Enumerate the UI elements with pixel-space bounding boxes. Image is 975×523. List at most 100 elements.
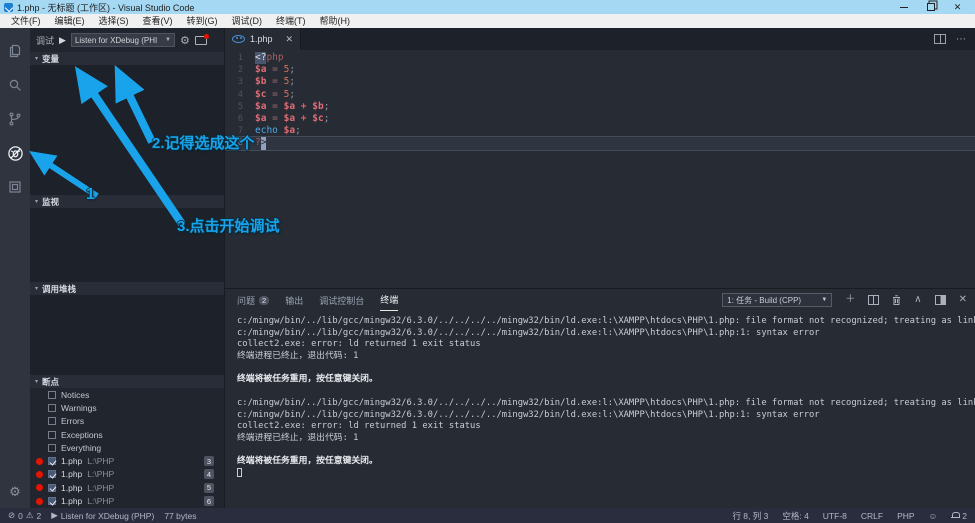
terminal-line <box>237 445 975 457</box>
tab-terminal[interactable]: 终端 <box>380 289 398 311</box>
terminal-line: c:/mingw/bin/../lib/gcc/mingw32/6.3.0/..… <box>237 398 975 410</box>
checkbox-unchecked[interactable] <box>48 431 56 439</box>
file-size-status: 77 bytes <box>164 511 196 521</box>
checkbox-checked[interactable] <box>48 497 56 505</box>
debug-toolbar: 调试 ▶ Listen for XDebug (PHI ▼ ⚙ <box>30 28 224 52</box>
error-icon: ⊘ <box>8 510 15 521</box>
restore-button[interactable] <box>925 2 936 12</box>
terminal-line: c:/mingw/bin/../lib/gcc/mingw32/6.3.0/..… <box>237 410 975 422</box>
code-line: 4$c = 5; <box>225 89 975 101</box>
menu-debug[interactable]: 调试(D) <box>225 14 270 28</box>
line-number-badge: 5 <box>204 483 214 493</box>
eol-status[interactable]: CRLF <box>861 511 883 521</box>
vscode-logo-icon <box>4 3 13 12</box>
panel-tab-bar: 问题 2 输出 调试控制台 终端 1: 任务 - Build (CPP) ▼ ＋ <box>225 289 975 311</box>
code-editor[interactable]: 1<?php 2$a = 5; 3$b = 5; 4$c = 5; 5$a = … <box>225 50 975 288</box>
section-variables[interactable]: ▾ 变量 <box>30 52 224 65</box>
tab-problems[interactable]: 问题 2 <box>237 289 269 311</box>
checkbox-unchecked[interactable] <box>48 444 56 452</box>
terminal-line: collect2.exe: error: ld returned 1 exit … <box>237 421 975 433</box>
language-mode-status[interactable]: PHP <box>897 511 914 521</box>
minimize-button[interactable] <box>898 2 909 12</box>
terminal-line: 终端进程已终止，退出代码: 1 <box>237 351 975 363</box>
breakpoint-filter-warnings[interactable]: Warnings <box>30 401 224 414</box>
breakpoint-filter-notices[interactable]: Notices <box>30 388 224 401</box>
close-panel-icon[interactable]: ✕ <box>959 295 967 305</box>
breakpoint-filter-exceptions[interactable]: Exceptions <box>30 428 224 441</box>
section-call-stack[interactable]: ▾ 调用堆栈 <box>30 282 224 295</box>
breakpoint-filter-errors[interactable]: Errors <box>30 415 224 428</box>
checkbox-checked[interactable] <box>48 484 56 492</box>
debug-target-status[interactable]: ▶ Listen for XDebug (PHP) <box>51 510 154 521</box>
editor-cursor: > <box>261 137 267 149</box>
checkbox-unchecked[interactable] <box>48 417 56 425</box>
split-editor-icon[interactable] <box>934 34 946 44</box>
section-watch[interactable]: ▾ 监视 <box>30 195 224 208</box>
breakpoint-row[interactable]: 1.php L:\PHP 6 <box>30 494 224 507</box>
checkbox-checked[interactable] <box>48 470 56 478</box>
feedback-smiley-icon[interactable]: ☺ <box>929 511 938 521</box>
encoding-status[interactable]: UTF-8 <box>823 511 847 521</box>
menu-help[interactable]: 帮助(H) <box>313 14 358 28</box>
tab-debug-console[interactable]: 调试控制台 <box>319 289 364 311</box>
code-line: 6$a = $a + $c; <box>225 113 975 125</box>
debug-console-toggle-icon[interactable] <box>195 35 209 46</box>
problems-status[interactable]: ⊘ 0 ⚠ 2 <box>8 510 41 521</box>
start-debug-button[interactable]: ▶ <box>59 35 66 46</box>
code-line: 5$a = $a + $b; <box>225 101 975 113</box>
checkbox-checked[interactable] <box>48 457 56 465</box>
terminal-cursor <box>237 468 242 477</box>
terminal-task-dropdown[interactable]: 1: 任务 - Build (CPP) ▼ <box>722 293 832 307</box>
breakpoint-filter-everything[interactable]: Everything <box>30 441 224 454</box>
kill-terminal-trash-icon[interactable] <box>892 295 901 306</box>
maximize-panel-chevron-icon[interactable]: ∧ <box>914 295 921 305</box>
twistie-icon: ▾ <box>35 378 38 385</box>
checkbox-unchecked[interactable] <box>48 391 56 399</box>
status-bar: ⊘ 0 ⚠ 2 ▶ Listen for XDebug (PHP) 77 byt… <box>0 508 975 523</box>
warning-icon: ⚠ <box>26 510 34 521</box>
debug-config-dropdown[interactable]: Listen for XDebug (PHI ▼ <box>71 33 175 47</box>
manage-gear-icon[interactable]: ⚙ <box>0 485 30 500</box>
menu-edit[interactable]: 编辑(E) <box>48 14 92 28</box>
breakpoint-row[interactable]: 1.php L:\PHP 5 <box>30 481 224 494</box>
twistie-icon: ▾ <box>35 198 38 205</box>
activity-bar: ⚙ <box>0 28 30 508</box>
more-actions-icon[interactable]: ⋯ <box>956 34 967 45</box>
close-button[interactable]: ✕ <box>952 2 963 12</box>
explorer-icon[interactable] <box>0 34 30 68</box>
indentation-status[interactable]: 空格: 4 <box>782 510 808 522</box>
menu-file[interactable]: 文件(F) <box>4 14 48 28</box>
editor-tab-bar: 1.php ✕ ⋯ <box>225 28 975 50</box>
breakpoint-dot-icon <box>36 471 43 478</box>
checkbox-unchecked[interactable] <box>48 404 56 412</box>
title-bar: 1.php - 无标题 (工作区) - Visual Studio Code ✕ <box>0 0 975 14</box>
search-icon[interactable] <box>0 68 30 102</box>
vscode-window: 1.php - 无标题 (工作区) - Visual Studio Code ✕… <box>0 0 975 523</box>
tab-output[interactable]: 输出 <box>285 289 303 311</box>
debug-icon[interactable] <box>0 136 30 170</box>
cursor-position-status[interactable]: 行 8, 列 3 <box>732 510 768 522</box>
menu-terminal[interactable]: 终端(T) <box>269 14 313 28</box>
split-terminal-icon[interactable] <box>868 295 879 305</box>
terminal-line: 终端进程已终止，退出代码: 1 <box>237 433 975 445</box>
extensions-icon[interactable] <box>0 170 30 204</box>
breakpoint-row[interactable]: 1.php L:\PHP 4 <box>30 468 224 481</box>
new-terminal-icon[interactable]: ＋ <box>845 295 855 305</box>
debug-configure-gear-icon[interactable]: ⚙ <box>180 34 190 47</box>
menu-goto[interactable]: 转到(G) <box>180 14 225 28</box>
terminal-output[interactable]: c:/mingw/bin/../lib/gcc/mingw32/6.3.0/..… <box>225 311 975 508</box>
menu-view[interactable]: 查看(V) <box>136 14 180 28</box>
line-number-badge: 3 <box>204 456 214 466</box>
section-breakpoints[interactable]: ▾ 断点 <box>30 375 224 388</box>
move-panel-icon[interactable] <box>935 295 946 305</box>
tab-1php[interactable]: 1.php ✕ <box>225 28 301 50</box>
breakpoints-list: Notices Warnings Errors Exceptions Every… <box>30 388 224 508</box>
menu-selection[interactable]: 选择(S) <box>92 14 136 28</box>
source-control-icon[interactable] <box>0 102 30 136</box>
breakpoint-row[interactable]: 1.php L:\PHP 3 <box>30 454 224 467</box>
tab-close-icon[interactable]: ✕ <box>285 34 293 45</box>
notifications-bell[interactable]: 2 <box>951 511 967 521</box>
problems-count-badge: 2 <box>259 296 269 305</box>
breakpoint-dot-icon <box>36 498 43 505</box>
play-icon: ▶ <box>51 510 58 521</box>
